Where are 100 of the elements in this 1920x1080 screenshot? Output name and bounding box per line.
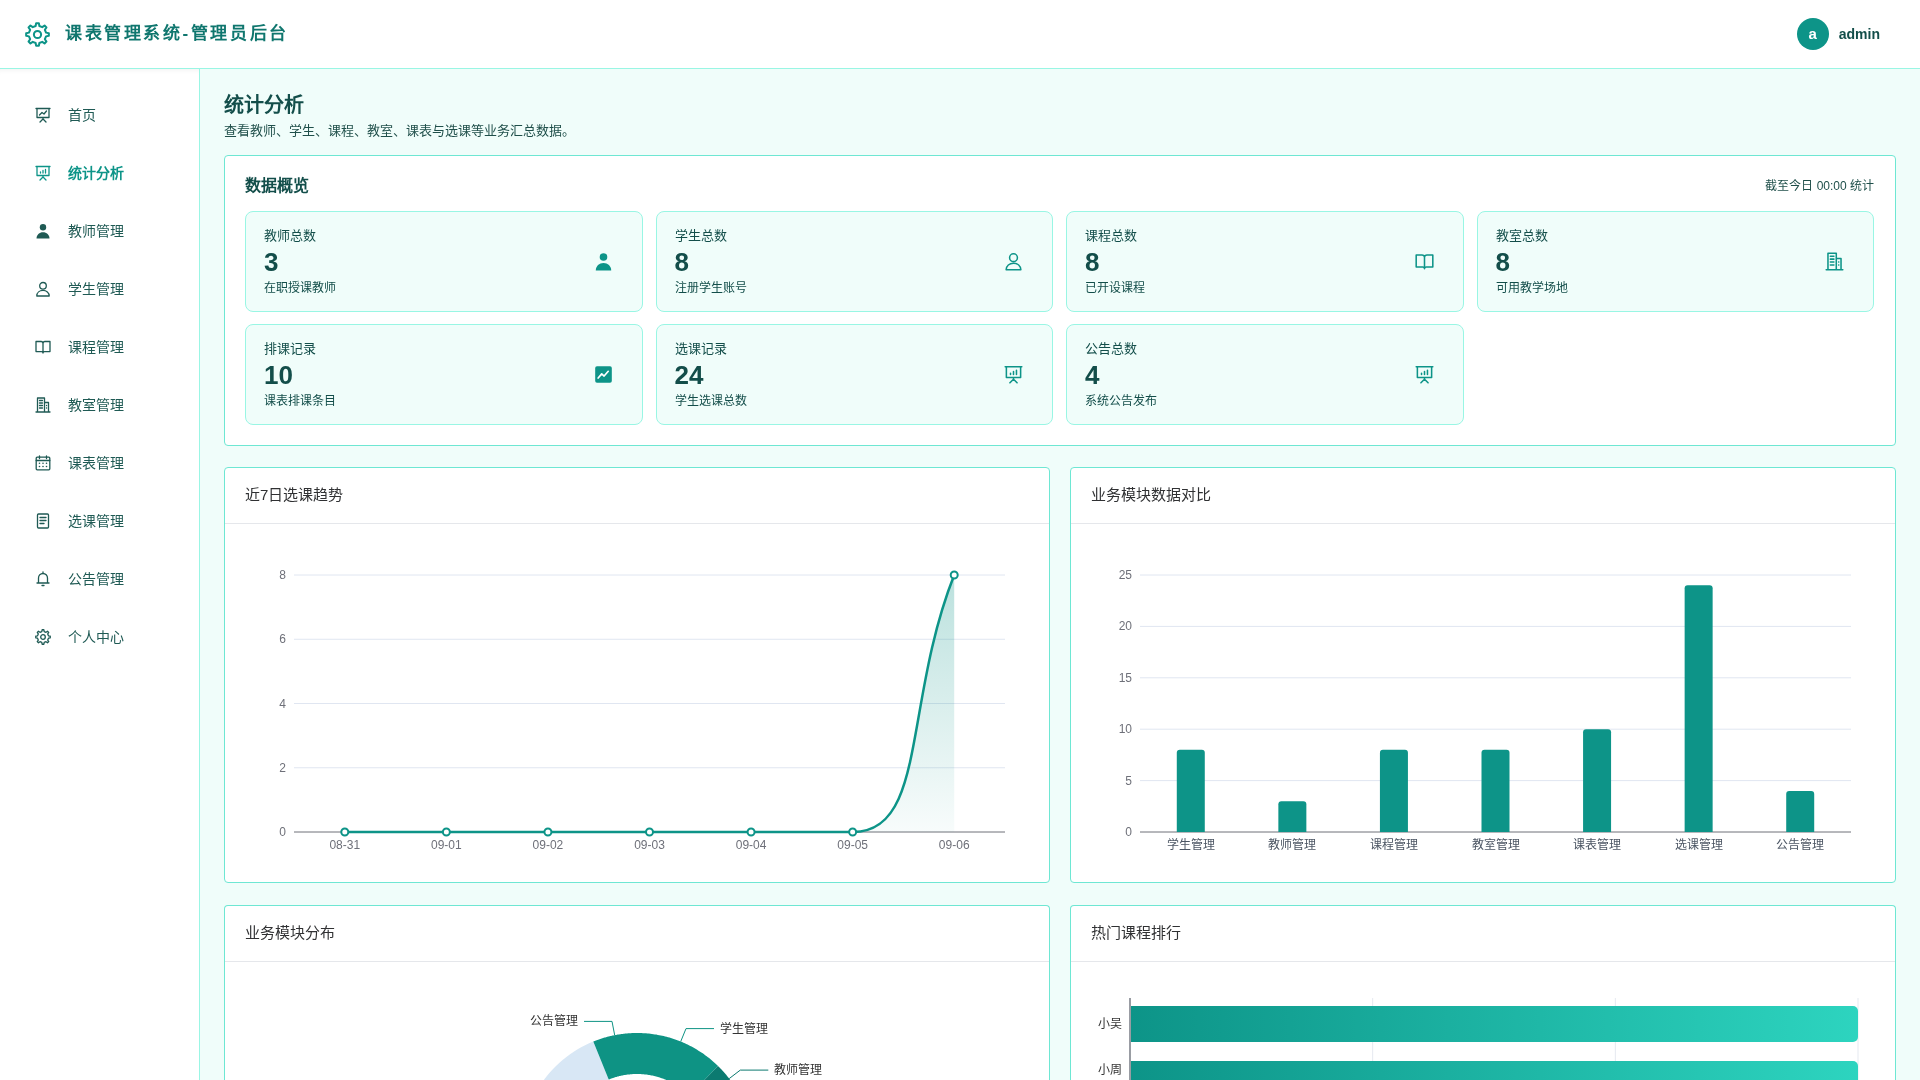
chart-bar <box>1786 790 1815 832</box>
stats-note: 截至今日 00:00 统计 <box>1765 178 1874 195</box>
sidebar-item[interactable]: 教室管理 <box>0 383 199 427</box>
person-outline-icon <box>35 281 51 297</box>
leader-line <box>583 1020 616 1036</box>
axis-label: 08-31 <box>329 838 361 852</box>
stat-label: 教室总数 <box>1495 227 1548 245</box>
data-point <box>340 827 350 837</box>
stat-label: 学生总数 <box>674 227 727 245</box>
presentation-bars-icon <box>1414 365 1434 384</box>
slice-label: 学生管理 <box>720 1021 768 1036</box>
data-point <box>441 827 451 837</box>
presentation-bars-icon <box>35 165 51 181</box>
person-icon <box>593 252 613 271</box>
sidebar-item[interactable]: 首页 <box>0 93 199 137</box>
stat-value: 4 <box>1085 360 1100 390</box>
chart-title: 热门课程排行 <box>1091 923 1181 944</box>
data-point <box>543 827 553 837</box>
document-icon <box>35 513 51 529</box>
axis-label: 课程管理 <box>1369 838 1418 852</box>
stat-value: 8 <box>1495 247 1510 277</box>
gear-icon <box>25 21 50 47</box>
sidebar-item[interactable]: 教师管理 <box>0 209 199 253</box>
stat-value: 8 <box>674 247 689 277</box>
chart-bar <box>1278 801 1307 832</box>
axis-label: 10 <box>1118 722 1132 737</box>
sidebar-item[interactable]: 统计分析 <box>0 151 199 195</box>
slice-label: 公告管理 <box>530 1014 579 1029</box>
line-chart-icon <box>593 365 613 384</box>
axis-label: 5 <box>1125 773 1132 788</box>
chart-title: 业务模块分布 <box>245 923 335 944</box>
axis-label: 15 <box>1118 670 1132 685</box>
settings-icon <box>35 629 51 645</box>
axis-label: 课表管理 <box>1573 838 1622 852</box>
chart-title: 近7日选课趋势 <box>245 485 344 506</box>
person-outline-icon <box>1004 252 1023 271</box>
stat-caption: 学生选课总数 <box>674 393 747 409</box>
stat-label: 教师总数 <box>264 227 316 245</box>
page-title: 统计分析 <box>224 93 304 118</box>
section-title: 数据概览 <box>245 175 309 196</box>
axis-label: 0 <box>279 825 286 839</box>
building-icon <box>1825 252 1844 271</box>
app-title: 课表管理系统-管理员后台 <box>65 23 289 46</box>
page-subtitle: 查看教师、学生、课程、教室、课表与选课等业务汇总数据。 <box>224 122 575 140</box>
sidebar-item[interactable]: 学生管理 <box>0 267 199 311</box>
axis-label: 教师管理 <box>1268 838 1317 852</box>
axis-label: 25 <box>1118 568 1132 582</box>
axis-label: 09-02 <box>532 838 564 852</box>
stat-value: 3 <box>264 247 279 277</box>
axis-label: 8 <box>279 568 286 582</box>
slice-label: 教师管理 <box>774 1063 823 1078</box>
leader-line <box>728 1069 769 1080</box>
stat-value: 10 <box>264 360 293 390</box>
axis-label: 09-03 <box>634 838 665 852</box>
stat-caption: 已开设课程 <box>1085 280 1145 296</box>
data-point <box>746 827 756 837</box>
axis-label: 小吴 <box>1098 1017 1122 1031</box>
stat-value: 8 <box>1085 247 1100 277</box>
book-icon <box>1414 252 1434 271</box>
user-name: admin <box>1838 24 1880 44</box>
data-point <box>949 570 959 580</box>
leader-line <box>680 1028 715 1043</box>
stat-caption: 注册学生账号 <box>674 280 747 296</box>
calendar-icon <box>35 455 51 471</box>
axis-label: 选课管理 <box>1674 838 1723 852</box>
sidebar-item[interactable]: 公告管理 <box>0 557 199 601</box>
stat-caption: 课表排课条目 <box>264 393 336 409</box>
axis-label: 公告管理 <box>1776 838 1825 852</box>
book-icon <box>35 339 51 355</box>
data-point <box>645 827 654 837</box>
stat-caption: 系统公告发布 <box>1085 393 1157 409</box>
bell-icon <box>35 571 51 587</box>
stat-caption: 可用教学场地 <box>1495 280 1568 296</box>
axis-label: 0 <box>1125 825 1132 839</box>
stat-label: 选课记录 <box>674 340 727 358</box>
axis-label: 09-06 <box>938 838 970 852</box>
sidebar-item[interactable]: 课表管理 <box>0 441 199 485</box>
presentation-chart-icon <box>35 107 51 123</box>
presentation-bars-icon <box>1004 365 1023 384</box>
user-avatar: a <box>1796 18 1829 50</box>
data-point <box>848 827 858 837</box>
chart-title: 业务模块数据对比 <box>1091 485 1211 506</box>
sidebar-item[interactable]: 选课管理 <box>0 499 199 543</box>
axis-label: 09-01 <box>431 838 462 852</box>
sidebar-item[interactable]: 课程管理 <box>0 325 199 369</box>
axis-label: 6 <box>279 632 286 647</box>
axis-label: 09-05 <box>837 838 868 852</box>
sidebar-item[interactable]: 个人中心 <box>0 615 199 659</box>
axis-label: 学生管理 <box>1166 838 1215 852</box>
axis-label: 20 <box>1118 619 1132 634</box>
axis-label: 2 <box>279 760 286 775</box>
stat-caption: 在职授课教师 <box>264 280 336 296</box>
stat-label: 课程总数 <box>1085 227 1137 245</box>
stat-label: 排课记录 <box>264 340 316 358</box>
axis-label: 4 <box>279 696 286 711</box>
stat-value: 24 <box>674 360 704 390</box>
stat-label: 公告总数 <box>1085 340 1137 358</box>
person-icon <box>35 223 51 239</box>
axis-label: 09-04 <box>735 838 767 852</box>
axis-label: 小周 <box>1098 1063 1122 1077</box>
